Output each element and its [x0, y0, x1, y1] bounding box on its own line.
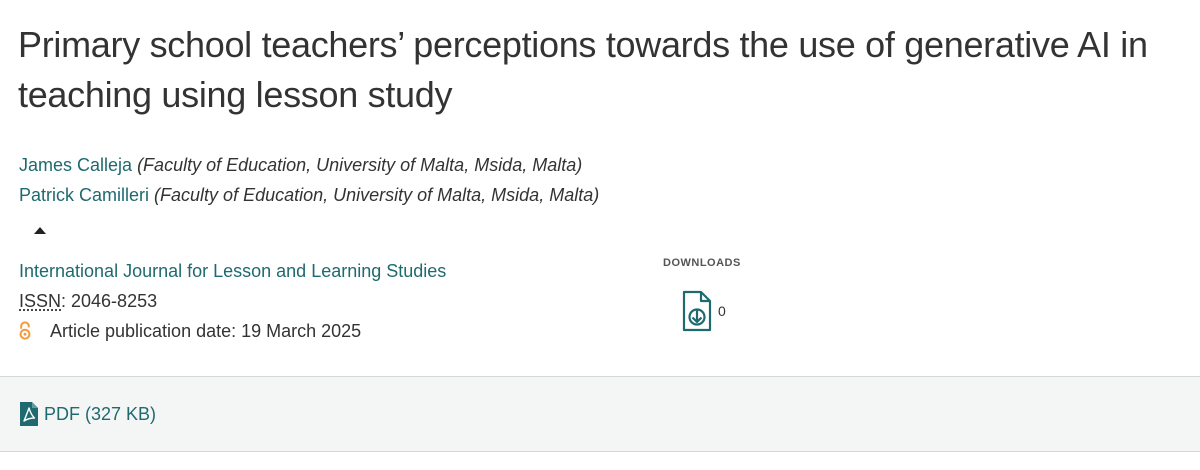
publication-date-row: Article publication date: 19 March 2025 — [19, 316, 361, 346]
pdf-icon — [20, 402, 38, 426]
author-link[interactable]: Patrick Camilleri — [19, 185, 149, 205]
author-affiliation: (Faculty of Education, University of Mal… — [154, 185, 600, 205]
author-list: James Calleja (Faculty of Education, Uni… — [19, 150, 599, 210]
author-row: James Calleja (Faculty of Education, Uni… — [19, 150, 599, 180]
pdf-download-bar: PDF (327 KB) — [0, 376, 1200, 452]
open-access-icon — [19, 321, 31, 340]
downloads-count: 0 — [718, 303, 726, 319]
downloads-label: DOWNLOADS — [663, 257, 741, 269]
author-link[interactable]: James Calleja — [19, 155, 132, 175]
journal-link[interactable]: International Journal for Lesson and Lea… — [19, 256, 446, 286]
article-title-line-2: teaching using lesson study — [18, 74, 453, 115]
article-title-line-1: Primary school teachers’ perceptions tow… — [18, 24, 1148, 65]
article-page: Primary school teachers’ perceptions tow… — [0, 0, 1200, 470]
issn-value: : 2046-8253 — [61, 291, 158, 311]
caret-up-icon[interactable] — [34, 227, 46, 234]
file-download-icon[interactable] — [681, 290, 713, 332]
pdf-link-label: PDF (327 KB) — [44, 404, 157, 424]
author-affiliation: (Faculty of Education, University of Mal… — [137, 155, 583, 175]
author-row: Patrick Camilleri (Faculty of Education,… — [19, 180, 599, 210]
issn-row: ISSN: 2046-8253 — [19, 286, 157, 316]
publication-date: Article publication date: 19 March 2025 — [50, 321, 362, 341]
downloads-metric: 0 — [681, 290, 726, 332]
article-title: Primary school teachers’ perceptions tow… — [18, 20, 1193, 120]
pdf-download-link[interactable]: PDF (327 KB) — [19, 399, 156, 429]
issn-label: ISSN — [19, 291, 62, 311]
